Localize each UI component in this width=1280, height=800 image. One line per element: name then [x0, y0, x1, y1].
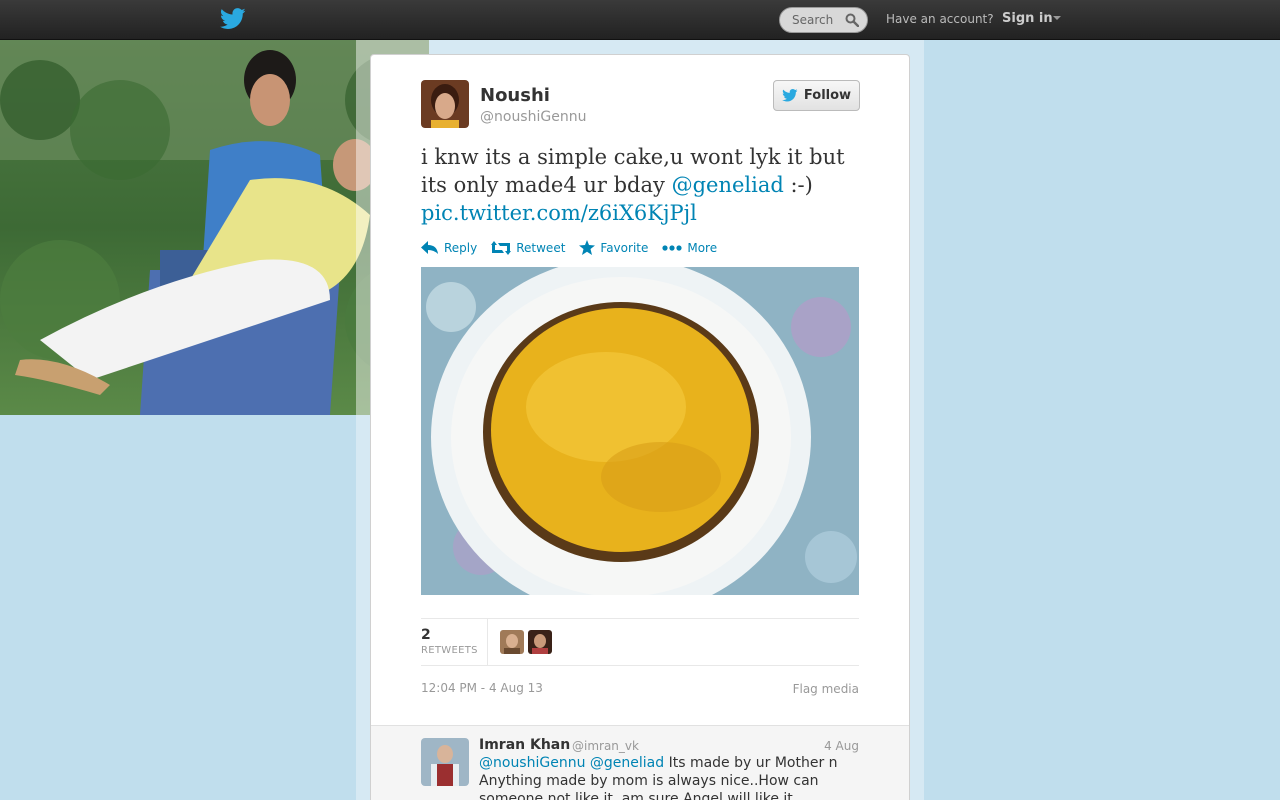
magnifier-icon[interactable]	[845, 13, 859, 27]
favorite-action[interactable]: Favorite	[579, 240, 648, 255]
reply-action[interactable]: Reply	[421, 240, 477, 255]
mention-link[interactable]: @noushiGennu	[479, 755, 585, 771]
favorite-label: Favorite	[600, 240, 649, 255]
tweet-actions: Reply Retweet Favorite More	[421, 240, 717, 255]
ellipsis-icon	[662, 244, 682, 251]
retweet-action[interactable]: Retweet	[491, 240, 565, 255]
reply-icon	[421, 240, 438, 254]
retweet-count[interactable]: 2	[421, 627, 431, 643]
top-navigation-bar: Have an account? Sign in	[0, 0, 1280, 40]
have-account-text: Have an account?	[886, 12, 994, 26]
tweet-stats: 2 RETWEETS	[421, 618, 859, 666]
retweet-label: Retweet	[516, 240, 566, 255]
reply-text: @noushiGennu @geneliad Its made by ur Mo…	[479, 754, 839, 800]
follow-label: Follow	[803, 88, 852, 103]
retweeter-avatar[interactable]	[500, 630, 524, 654]
retweeter-avatar[interactable]	[528, 630, 552, 654]
stats-divider	[487, 619, 488, 665]
tweet-media-image[interactable]	[421, 267, 859, 595]
retweet-icon	[491, 240, 512, 255]
follow-button[interactable]: Follow	[773, 80, 860, 111]
twitter-bird-icon[interactable]	[220, 8, 246, 30]
avatar[interactable]	[421, 80, 469, 128]
search-box[interactable]	[779, 7, 868, 33]
reply-date[interactable]: 4 Aug	[824, 739, 859, 753]
user-screen-name[interactable]: @noushiGennu	[480, 109, 586, 125]
tweet-text: i knw its a simple cake,u wont lyk it bu…	[421, 143, 861, 227]
tweet-smiley: :-)	[790, 173, 813, 197]
retweets-label: RETWEETS	[421, 645, 478, 656]
tweet-card: Noushi @noushiGennu Follow i knw its a s…	[370, 54, 910, 800]
reply-label: Reply	[444, 240, 478, 255]
more-label: More	[687, 240, 718, 255]
flag-media-link[interactable]: Flag media	[793, 682, 859, 696]
star-icon	[579, 240, 596, 255]
pic-link[interactable]: pic.twitter.com/z6iX6KjPjl	[421, 201, 697, 225]
user-fullname[interactable]: Noushi	[480, 85, 550, 106]
mention-link[interactable]: @geneliad	[590, 755, 664, 771]
reply-author-name[interactable]: Imran Khan	[479, 737, 570, 753]
tweet-timestamp[interactable]: 12:04 PM - 4 Aug 13	[421, 681, 543, 695]
avatar[interactable]	[421, 738, 469, 786]
reply-author-handle[interactable]: @imran_vk	[572, 739, 639, 753]
chevron-down-icon[interactable]	[1053, 16, 1061, 20]
more-action[interactable]: More	[662, 240, 717, 255]
mention-link[interactable]: @geneliad	[672, 173, 784, 197]
twitter-bird-icon	[782, 89, 798, 102]
search-input[interactable]	[792, 8, 852, 32]
reply-list-item: Imran Khan @imran_vk 4 Aug @noushiGennu …	[371, 725, 909, 800]
sign-in-link[interactable]: Sign in	[1002, 11, 1053, 26]
